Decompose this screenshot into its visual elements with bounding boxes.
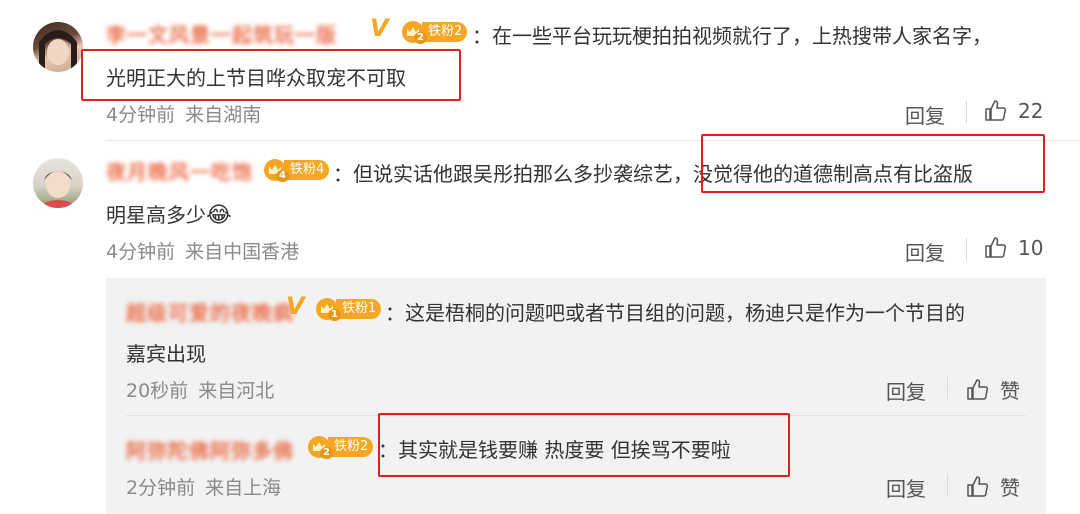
- location: 来自河北: [198, 380, 275, 402]
- like-count: 22: [1018, 99, 1044, 123]
- location: 来自中国香港: [185, 241, 300, 263]
- comment-text-line2: 明星高多少😂: [106, 203, 232, 228]
- highlight-box: [378, 413, 790, 477]
- comment-meta: 4分钟前 来自湖南: [106, 100, 261, 127]
- verified-v-icon: V: [370, 14, 389, 42]
- reply-text-line2: 嘉宾出现: [126, 342, 206, 366]
- username[interactable]: 夜月晚风一吃饱: [106, 156, 253, 185]
- thumbs-up-icon: [985, 100, 1007, 121]
- timestamp: 20秒前: [126, 380, 189, 402]
- like-button[interactable]: 22: [984, 99, 1043, 123]
- avatar-image: [39, 30, 77, 72]
- avatar[interactable]: [33, 158, 83, 208]
- reply-text-line1: ：这是梧桐的问题吧或者节目组的问题，杨迪只是作为一个节目的: [385, 301, 965, 325]
- divider: [947, 474, 948, 496]
- avatar-image: [43, 171, 73, 208]
- location: 来自湖南: [185, 104, 262, 126]
- reply-button[interactable]: 回复: [905, 100, 945, 129]
- fan-badge: 2 铁粉2: [402, 21, 468, 44]
- like-count: 10: [1018, 236, 1044, 260]
- divider: [947, 377, 948, 399]
- fan-badge: 2 铁粉2: [308, 436, 374, 459]
- comment-meta: 4分钟前 来自中国香港: [106, 237, 299, 264]
- username[interactable]: 阿弥陀佛阿弥多佛: [126, 435, 294, 464]
- reply-button[interactable]: 回复: [886, 473, 926, 502]
- like-button[interactable]: 赞: [966, 472, 1020, 501]
- divider: [966, 101, 967, 123]
- like-button[interactable]: 赞: [966, 375, 1020, 404]
- username[interactable]: 超级可爱的夜晚疯: [126, 297, 294, 326]
- divider: [966, 238, 967, 260]
- highlight-box: [81, 49, 461, 101]
- reply-meta: 2分钟前 来自上海: [126, 473, 281, 500]
- avatar[interactable]: [33, 22, 83, 72]
- like-label: 赞: [1000, 379, 1020, 403]
- location: 来自上海: [205, 477, 282, 499]
- reply-button[interactable]: 回复: [886, 376, 926, 405]
- thumbs-up-icon: [967, 378, 989, 400]
- laughing-crying-emoji-icon: 😂: [206, 203, 232, 228]
- reply-button[interactable]: 回复: [905, 237, 945, 266]
- username[interactable]: 李一文风景一起筑玩一版: [106, 19, 337, 48]
- fan-badge: 4 铁粉4: [264, 159, 330, 182]
- comment-text-line1: ：在一些平台玩玩梗拍拍视频就行了，上热搜带人家名字，: [472, 24, 992, 48]
- thumbs-up-icon: [985, 237, 1007, 258]
- verified-v-icon: V: [286, 292, 305, 320]
- like-label: 赞: [1000, 476, 1020, 500]
- fan-badge: 1 铁粉1: [316, 298, 382, 321]
- timestamp: 4分钟前: [106, 104, 176, 126]
- like-button[interactable]: 10: [984, 236, 1043, 260]
- reply-meta: 20秒前 来自河北: [126, 376, 274, 403]
- highlight-box: [701, 134, 1045, 193]
- timestamp: 2分钟前: [126, 477, 196, 499]
- thumbs-up-icon: [967, 475, 989, 497]
- timestamp: 4分钟前: [106, 241, 176, 263]
